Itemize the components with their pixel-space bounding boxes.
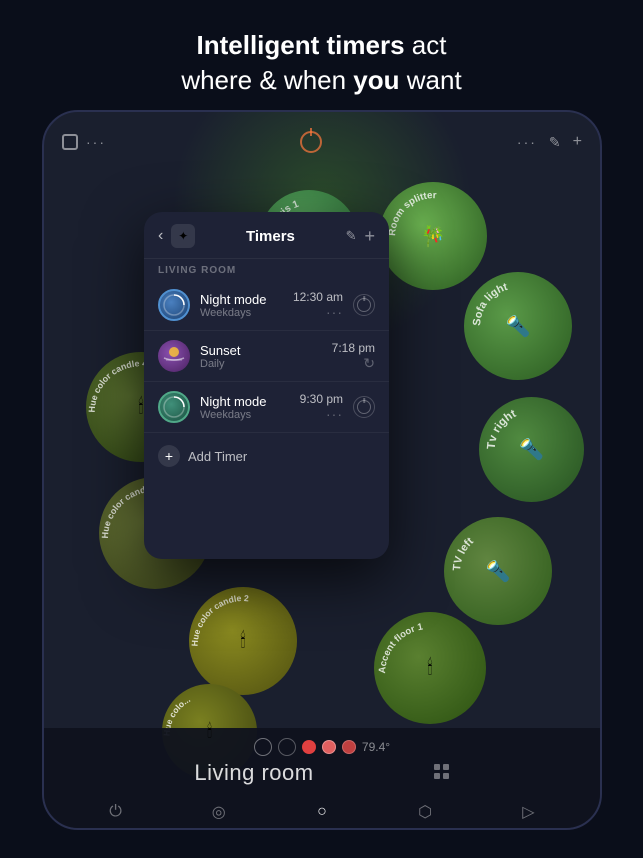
- timer-name-comfy: Night mode: [200, 394, 290, 409]
- back-button[interactable]: ‹: [158, 227, 163, 245]
- power-icon[interactable]: [300, 131, 322, 153]
- color-red[interactable]: [302, 740, 316, 754]
- temperature-label: 79.4°: [362, 740, 390, 754]
- more-icon[interactable]: ···: [517, 134, 537, 150]
- scene-icon: ✦: [171, 224, 195, 248]
- header: Intelligent timers act where & when you …: [0, 0, 643, 112]
- light-tv-left[interactable]: 🔦 TV left: [444, 517, 552, 625]
- svg-text:TV left: TV left: [451, 535, 476, 571]
- header-line1: Intelligent timers act: [197, 30, 447, 60]
- timer-avatar-comfy: [158, 391, 190, 423]
- device-frame: ··· ··· ✎ + 🏮 Hue Iris 1 🎋: [42, 110, 602, 830]
- add-icon[interactable]: +: [573, 133, 582, 151]
- add-timer-row[interactable]: + Add Timer: [144, 433, 389, 479]
- timer-info-sunset: Sunset Daily: [200, 343, 322, 370]
- modal-add-icon[interactable]: +: [364, 226, 375, 247]
- light-tv-right[interactable]: 🔦 Tv right: [479, 397, 584, 502]
- add-timer-icon: +: [158, 445, 180, 467]
- room-controls: 79.4°: [254, 738, 390, 756]
- sidebar-icon[interactable]: [62, 134, 78, 150]
- menu-icon[interactable]: ···: [86, 134, 106, 150]
- timer-toggle-comfy[interactable]: [353, 396, 375, 418]
- timer-toggle-evening[interactable]: [353, 294, 375, 316]
- timer-name-sunset: Sunset: [200, 343, 322, 358]
- timer-schedule-comfy: Weekdays: [200, 409, 290, 421]
- add-timer-label: Add Timer: [188, 449, 247, 464]
- edit-icon[interactable]: ✎: [549, 134, 561, 151]
- timer-avatar-sunset: [158, 340, 190, 372]
- svg-text:Accent floor 1: Accent floor 1: [377, 621, 425, 674]
- bottom-bar: 79.4° Living room ⏻ ◎ ○ ⬡ ▷: [44, 728, 600, 828]
- color-pink[interactable]: [322, 740, 336, 754]
- timer-schedule-evening: Weekdays: [200, 307, 283, 319]
- light-sofa[interactable]: 🔦 Sofa light: [464, 272, 572, 380]
- light-accent-floor[interactable]: 🕯 Accent floor 1: [374, 612, 486, 724]
- top-bar-right: ··· ✎ +: [517, 133, 582, 151]
- timers-modal: ‹ ✦ Timers ✎ + LIVING ROOM Night mode We…: [144, 212, 389, 559]
- timer-schedule-sunset: Daily: [200, 358, 322, 370]
- modal-edit-icon[interactable]: ✎: [346, 228, 357, 244]
- timer-info-evening: Night mode Weekdays: [200, 292, 283, 319]
- timer-right-comfy: 9:30 pm ···: [300, 392, 343, 422]
- timer-avatar-evening: [158, 289, 190, 321]
- modal-title: Timers: [203, 228, 337, 245]
- modal-room-label: LIVING ROOM: [144, 259, 389, 280]
- nav-settings[interactable]: ⬡: [413, 800, 437, 824]
- ctrl-timer[interactable]: [278, 738, 296, 756]
- nav-power[interactable]: ⏻: [104, 800, 128, 824]
- modal-empty-space: [144, 479, 389, 559]
- top-bar: ··· ··· ✎ +: [44, 124, 600, 160]
- room-control-icons: 79.4°: [254, 738, 390, 756]
- timer-right-evening: 12:30 am ···: [293, 290, 343, 320]
- timer-right-sunset: 7:18 pm ↻: [332, 341, 375, 372]
- timer-row-comfy[interactable]: Night mode Weekdays 9:30 pm ···: [144, 382, 389, 433]
- nav-bar: ⏻ ◎ ○ ⬡ ▷: [44, 792, 600, 830]
- light-hue-candle-2[interactable]: 🕯 Hue color candle 2: [189, 587, 297, 695]
- svg-text:Tv right: Tv right: [486, 408, 519, 450]
- top-bar-left: ···: [62, 134, 106, 150]
- room-name-label: Living room: [194, 760, 449, 786]
- header-line2: where & when you want: [181, 65, 461, 95]
- grid-view-icon[interactable]: [434, 760, 450, 786]
- timer-row-evening[interactable]: Night mode Weekdays 12:30 am ···: [144, 280, 389, 331]
- color-darkred[interactable]: [342, 740, 356, 754]
- ctrl-power[interactable]: [254, 738, 272, 756]
- timer-name-evening: Night mode: [200, 292, 283, 307]
- nav-back[interactable]: ◎: [207, 800, 231, 824]
- modal-header: ‹ ✦ Timers ✎ +: [144, 212, 389, 259]
- nav-play[interactable]: ▷: [516, 800, 540, 824]
- nav-home[interactable]: ○: [310, 800, 334, 824]
- top-bar-center: [300, 131, 322, 153]
- timer-info-comfy: Night mode Weekdays: [200, 394, 290, 421]
- svg-text:Sofa light: Sofa light: [471, 281, 509, 327]
- timer-row-sunset[interactable]: Sunset Daily 7:18 pm ↻: [144, 331, 389, 382]
